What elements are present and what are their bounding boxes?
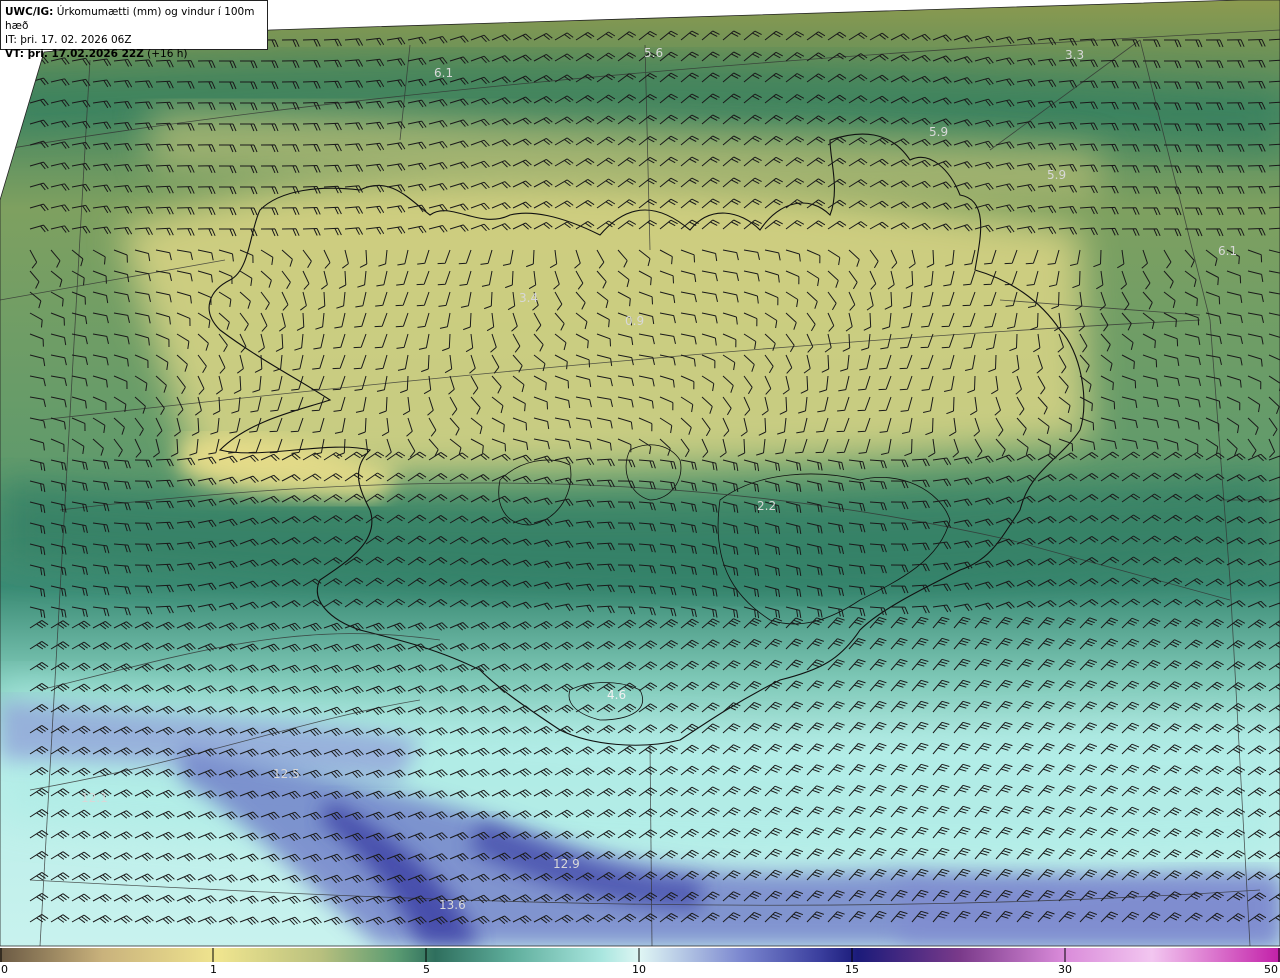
value-label: 5.9 [929, 125, 948, 139]
forecast-offset: (+16 h) [147, 48, 188, 60]
title-line: UWC/IG: Úrkomumætti (mm) og vindur í 100… [5, 5, 263, 33]
value-label: 13.6 [439, 898, 466, 912]
init-time-label: IT: [5, 34, 17, 46]
value-label: 3.3 [1065, 48, 1084, 62]
colorbar-tick-label: 1 [210, 963, 217, 976]
colorbar-tick-label: 50 [1264, 963, 1278, 976]
value-label: 3.4 [519, 291, 538, 305]
init-time-value: þri. 17. 02. 2026 06Z [20, 34, 132, 46]
value-label: 0.9 [625, 314, 644, 328]
precipitation-field [0, 0, 1280, 946]
map-title-box: UWC/IG: Úrkomumætti (mm) og vindur í 100… [0, 0, 268, 60]
model-name: UWC/IG: [5, 6, 54, 18]
valid-time-line: VT: þri. 17.02.2026 22Z (+16 h) [5, 47, 263, 61]
colorbar-tick-label: 5 [423, 963, 430, 976]
colorbar-tick-label: 10 [632, 963, 646, 976]
value-label: 12.1 [81, 791, 108, 805]
value-label: 12.9 [553, 857, 580, 871]
value-label: 5.6 [644, 46, 663, 60]
colorbar-tick-label: 0 [1, 963, 8, 976]
value-label: 12.5 [273, 767, 300, 781]
colorbar-tick-label: 30 [1058, 963, 1072, 976]
value-label: 4.6 [607, 688, 626, 702]
valid-time-value: VT: þri. 17.02.2026 22Z [5, 48, 144, 60]
value-label: 2.2 [757, 499, 776, 513]
value-label: 6.1 [1218, 244, 1237, 258]
colorbar-tick-label: 15 [845, 963, 859, 976]
value-label: 6.1 [434, 66, 453, 80]
weather-map: 6.1 5.6 3.3 5.9 5.9 6.1 3.4 0.9 2.2 4.6 … [0, 0, 1280, 962]
value-label: 5.9 [1047, 168, 1066, 182]
init-time-line: IT: þri. 17. 02. 2026 06Z [5, 33, 263, 47]
colorbar [0, 948, 1280, 962]
